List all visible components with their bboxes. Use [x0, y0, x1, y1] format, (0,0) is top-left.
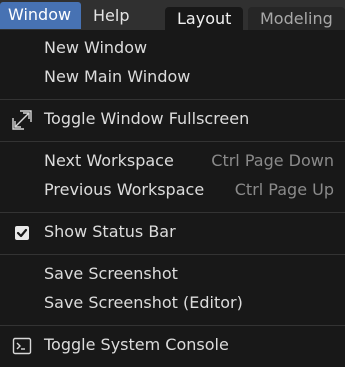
- separator: [0, 212, 345, 213]
- separator: [0, 325, 345, 326]
- separator: [0, 141, 345, 142]
- tab-layout[interactable]: Layout: [165, 7, 244, 30]
- menu-item-label: Save Screenshot: [44, 264, 178, 283]
- show-status-bar-item[interactable]: Show Status Bar: [0, 220, 345, 244]
- next-workspace-item[interactable]: Next Workspace Ctrl Page Down: [0, 149, 345, 173]
- separator: [0, 99, 345, 100]
- save-screenshot-editor-item[interactable]: Save Screenshot (Editor): [0, 291, 345, 315]
- fullscreen-icon: [12, 110, 32, 130]
- window-dropdown-menu: New Window New Main Window Toggle Window…: [0, 30, 345, 367]
- menu-item-label: Show Status Bar: [44, 222, 176, 241]
- shortcut-label: Ctrl Page Up: [234, 180, 334, 199]
- menu-item-label: Save Screenshot (Editor): [44, 293, 243, 312]
- window-menu[interactable]: Window: [0, 2, 81, 29]
- shortcut-label: Ctrl Page Down: [211, 151, 334, 170]
- menu-item-label: New Window: [44, 38, 148, 57]
- checkbox-checked-icon[interactable]: [12, 223, 32, 243]
- toggle-system-console-item[interactable]: Toggle System Console: [0, 333, 345, 357]
- new-main-window-item[interactable]: New Main Window: [0, 65, 345, 89]
- menu-item-label: Previous Workspace: [44, 180, 205, 199]
- top-menu-bar: Window Help Layout Modeling: [0, 0, 345, 30]
- menu-item-label: New Main Window: [44, 67, 191, 86]
- help-menu[interactable]: Help: [85, 3, 137, 28]
- console-icon: [12, 336, 32, 356]
- new-window-item[interactable]: New Window: [0, 36, 345, 60]
- menu-item-label: Toggle Window Fullscreen: [44, 109, 250, 128]
- save-screenshot-item[interactable]: Save Screenshot: [0, 262, 345, 286]
- previous-workspace-item[interactable]: Previous Workspace Ctrl Page Up: [0, 178, 345, 202]
- tab-modeling[interactable]: Modeling: [248, 7, 345, 30]
- menu-item-label: Next Workspace: [44, 151, 174, 170]
- toggle-fullscreen-item[interactable]: Toggle Window Fullscreen: [0, 107, 345, 131]
- menu-item-label: Toggle System Console: [44, 335, 229, 354]
- separator: [0, 254, 345, 255]
